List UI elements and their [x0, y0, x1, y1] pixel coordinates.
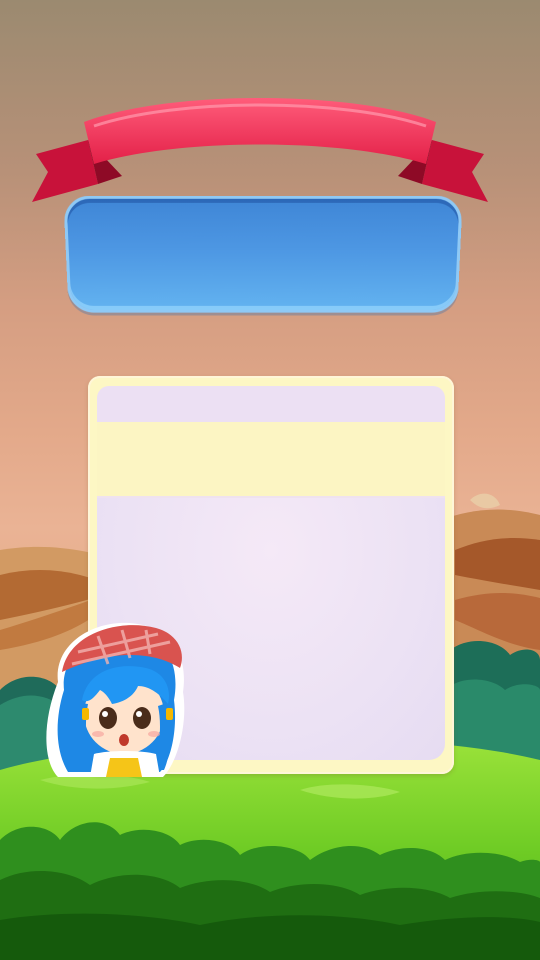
game-screen	[0, 0, 540, 960]
foreground-bushes	[0, 822, 540, 960]
card-header	[97, 386, 445, 422]
title-panel	[63, 195, 463, 313]
girl-character-icon	[46, 622, 185, 777]
card-band	[97, 422, 445, 499]
title-text	[66, 199, 459, 310]
